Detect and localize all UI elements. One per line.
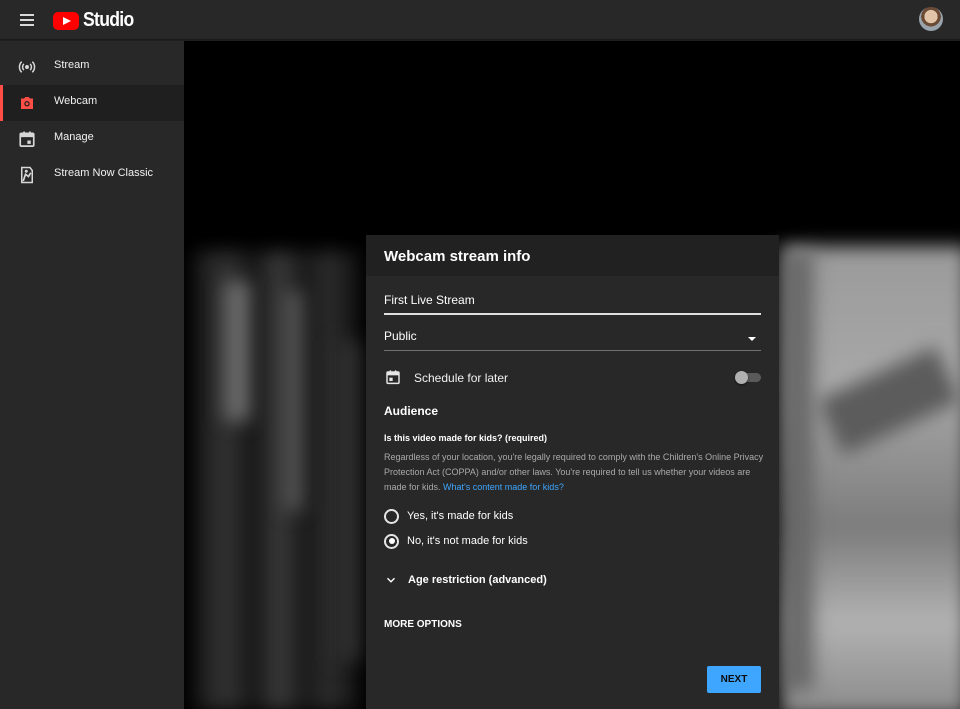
sidebar-item-label: Stream Now Classic: [54, 167, 154, 179]
radio-button[interactable]: [384, 508, 399, 524]
sidebar-item-manage[interactable]: Manage: [0, 121, 184, 157]
youtube-play-icon: [53, 11, 79, 30]
sidebar-item-webcam[interactable]: Webcam: [0, 85, 184, 121]
radio-made-for-kids[interactable]: Yes, it's made for kids: [384, 507, 513, 525]
studio-logo[interactable]: Studio: [53, 9, 140, 32]
sidebar-item-label: Manage: [54, 131, 94, 143]
top-bar: Studio: [0, 0, 960, 40]
sidebar-item-label: Webcam: [54, 95, 98, 107]
schedule-toggle[interactable]: [735, 371, 761, 384]
kids-content-link[interactable]: What's content made for kids?: [443, 482, 564, 492]
audience-heading: Audience: [384, 404, 439, 418]
stream-title-value: First Live Stream: [384, 293, 475, 307]
age-restriction-expander[interactable]: Age restriction (advanced): [384, 572, 547, 588]
dropdown-arrow-icon: [748, 337, 756, 341]
radio-not-made-for-kids[interactable]: No, it's not made for kids: [384, 532, 528, 550]
stream-now-classic-icon: [21, 166, 33, 184]
calendar-icon: [19, 131, 35, 147]
kids-description-text: Regardless of your location, you're lega…: [384, 452, 764, 492]
sidebar-item-label: Stream: [54, 59, 90, 71]
user-avatar-icon[interactable]: [919, 7, 943, 31]
sidebar-item-stream-now-classic[interactable]: Stream Now Classic: [0, 157, 184, 193]
privacy-select[interactable]: Public: [384, 329, 761, 351]
stream-title-input[interactable]: First Live Stream: [384, 293, 761, 315]
chevron-down-icon: [387, 577, 395, 583]
radio-button[interactable]: [384, 533, 399, 549]
sidebar: Stream Webcam Manage Stream Now Classic: [0, 41, 184, 709]
schedule-label: Schedule for later: [414, 371, 509, 385]
next-button[interactable]: NEXT: [707, 666, 761, 693]
sidebar-item-stream[interactable]: Stream: [0, 49, 184, 85]
radio-label: No, it's not made for kids: [407, 535, 528, 547]
webcam-stream-info-dialog: Webcam stream info First Live Stream Pub…: [366, 235, 779, 709]
dialog-title: Webcam stream info: [366, 235, 779, 276]
broadcast-icon: [18, 61, 36, 73]
radio-label: Yes, it's made for kids: [407, 510, 514, 522]
age-restriction-label: Age restriction (advanced): [408, 574, 547, 586]
camera-icon: [21, 97, 33, 109]
kids-question: Is this video made for kids? (required): [384, 433, 548, 443]
kids-description: Regardless of your location, you're lega…: [384, 450, 764, 495]
hamburger-menu-icon[interactable]: [14, 10, 40, 30]
logo-text: Studio: [83, 9, 134, 31]
more-options-button[interactable]: MORE OPTIONS: [384, 619, 462, 630]
privacy-value: Public: [384, 329, 417, 343]
calendar-icon: [386, 370, 400, 385]
